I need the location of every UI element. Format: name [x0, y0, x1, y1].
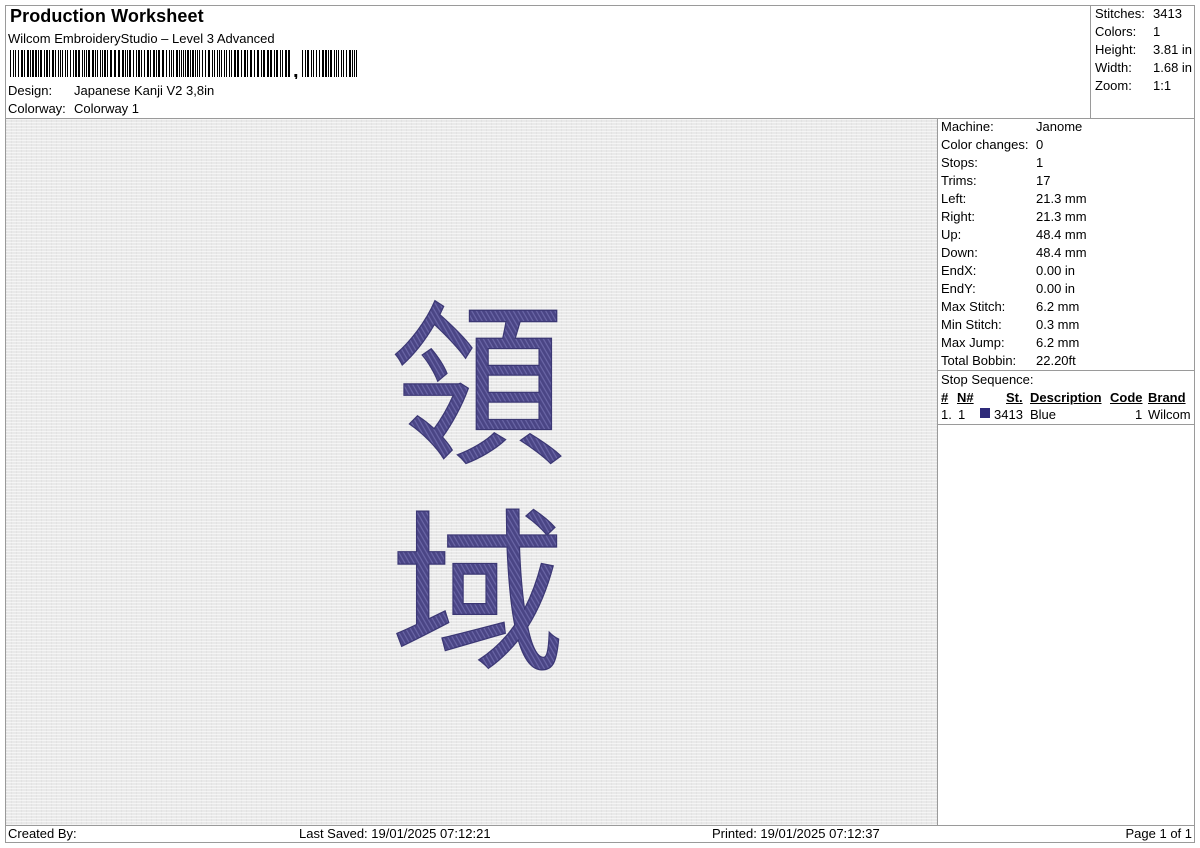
cell-brand: Wilcom — [1148, 407, 1191, 422]
info-value: 21.3 mm — [1036, 191, 1087, 206]
summary-label: Width: — [1095, 60, 1132, 75]
col-code-header: Code — [1110, 390, 1143, 405]
summary-value: 1:1 — [1153, 78, 1172, 93]
stop-sequence-divider — [938, 424, 1194, 425]
kanji-ryou: 領 — [390, 287, 566, 491]
info-label: Stops: — [941, 155, 978, 170]
info-value: 0 — [1036, 137, 1044, 152]
svg-text:領: 領 — [391, 288, 566, 491]
info-row: Left: 21.3 mm — [941, 191, 1191, 207]
barcode: , — [10, 50, 357, 79]
info-label: EndY: — [941, 281, 976, 296]
info-label: Left: — [941, 191, 967, 206]
info-value: 0.00 in — [1036, 263, 1076, 278]
info-value: 48.4 mm — [1036, 245, 1087, 260]
last-saved: Last Saved: 19/01/2025 07:12:21 — [299, 826, 491, 841]
info-row: Machine: Janome — [941, 119, 1191, 135]
info-label: Color changes: — [941, 137, 1029, 152]
software-name: Wilcom EmbroideryStudio – Level 3 Advanc… — [8, 31, 275, 46]
info-label: Min Stitch: — [941, 317, 1002, 332]
info-row: Max Stitch: 6.2 mm — [941, 299, 1191, 315]
info-value: 17 — [1036, 173, 1051, 188]
info-row: Max Jump: 6.2 mm — [941, 335, 1191, 351]
summary-row: Zoom: 1:1 — [1095, 78, 1195, 94]
info-label: Up: — [941, 227, 962, 242]
info-row: Down: 48.4 mm — [941, 245, 1191, 261]
design-row: Design: Japanese Kanji V2 3,8in — [8, 83, 408, 99]
info-label: Total Bobbin: — [941, 353, 1017, 368]
info-label: EndX: — [941, 263, 977, 278]
info-label: Machine: — [941, 119, 994, 134]
info-label: Max Jump: — [941, 335, 1005, 350]
info-value: 22.20ft — [1036, 353, 1076, 368]
created-by: Created By: — [8, 826, 77, 841]
stop-sequence-title: Stop Sequence: — [941, 372, 1034, 387]
summary-value: 3413 — [1153, 6, 1182, 21]
info-label: Right: — [941, 209, 975, 224]
page-number: Page 1 of 1 — [1125, 826, 1193, 841]
info-row: Up: 48.4 mm — [941, 227, 1191, 243]
summary-row: Height: 3.81 in — [1095, 42, 1195, 58]
colorway-row: Colorway: Colorway 1 — [8, 101, 408, 117]
summary-row: Stitches: 3413 — [1095, 6, 1195, 22]
info-row: Color changes: 0 — [941, 137, 1191, 153]
col-description-header: Description — [1030, 390, 1102, 405]
printed-date: Printed: 19/01/2025 07:12:37 — [712, 826, 880, 841]
info-value: Janome — [1036, 119, 1083, 134]
info-value: 0.00 in — [1036, 281, 1076, 296]
info-row: Total Bobbin: 22.20ft — [941, 353, 1191, 369]
info-value: 1 — [1036, 155, 1044, 170]
design-canvas: 領 域 — [6, 119, 937, 825]
info-value: 6.2 mm — [1036, 299, 1080, 314]
info-row: EndY: 0.00 in — [941, 281, 1191, 297]
colorway-label: Colorway: — [8, 101, 66, 116]
sidepanel-divider — [937, 119, 938, 825]
page-title: Production Worksheet — [10, 6, 204, 26]
summary-row: Width: 1.68 in — [1095, 60, 1195, 76]
cell-index: 1. — [941, 407, 952, 422]
col-stitches-header: St. — [1006, 390, 1023, 405]
info-value: 48.4 mm — [1036, 227, 1087, 242]
summary-row: Colors: 1 — [1095, 24, 1195, 40]
info-value: 21.3 mm — [1036, 209, 1087, 224]
info-row: Min Stitch: 0.3 mm — [941, 317, 1191, 333]
info-row: EndX: 0.00 in — [941, 263, 1191, 279]
summary-value: 1.68 in — [1153, 60, 1193, 75]
cell-description: Blue — [1030, 407, 1057, 422]
design-value: Japanese Kanji V2 3,8in — [74, 83, 215, 98]
info-value: 6.2 mm — [1036, 335, 1080, 350]
svg-text:,: , — [293, 60, 299, 79]
col-index-header: # — [941, 390, 949, 405]
thread-color-swatch — [980, 408, 990, 418]
info-label: Max Stitch: — [941, 299, 1006, 314]
design-label: Design: — [8, 83, 53, 98]
kanji-embroidery: 領 域 — [390, 287, 566, 698]
summary-label: Height: — [1095, 42, 1137, 57]
info-row: Trims: 17 — [941, 173, 1191, 189]
cell-code: 1 — [1135, 407, 1143, 422]
cell-stitches: 3413 — [994, 407, 1023, 422]
kanji-iki: 域 — [390, 494, 566, 698]
summary-divider — [1090, 6, 1091, 118]
col-needle-header: N# — [957, 390, 974, 405]
summary-label: Stitches: — [1095, 6, 1145, 21]
footer-divider — [6, 825, 1194, 826]
svg-text:域: 域 — [391, 495, 566, 698]
summary-value: 3.81 in — [1153, 42, 1193, 57]
info-row: Right: 21.3 mm — [941, 209, 1191, 225]
col-brand-header: Brand — [1148, 390, 1186, 405]
info-value: 0.3 mm — [1036, 317, 1080, 332]
info-row: Stops: 1 — [941, 155, 1191, 171]
info-label: Down: — [941, 245, 978, 260]
machine-info-divider — [938, 370, 1194, 371]
info-label: Trims: — [941, 173, 977, 188]
summary-value: 1 — [1153, 24, 1161, 39]
summary-label: Zoom: — [1095, 78, 1132, 93]
summary-label: Colors: — [1095, 24, 1137, 39]
colorway-value: Colorway 1 — [74, 101, 140, 116]
cell-needle: 1 — [958, 407, 966, 422]
